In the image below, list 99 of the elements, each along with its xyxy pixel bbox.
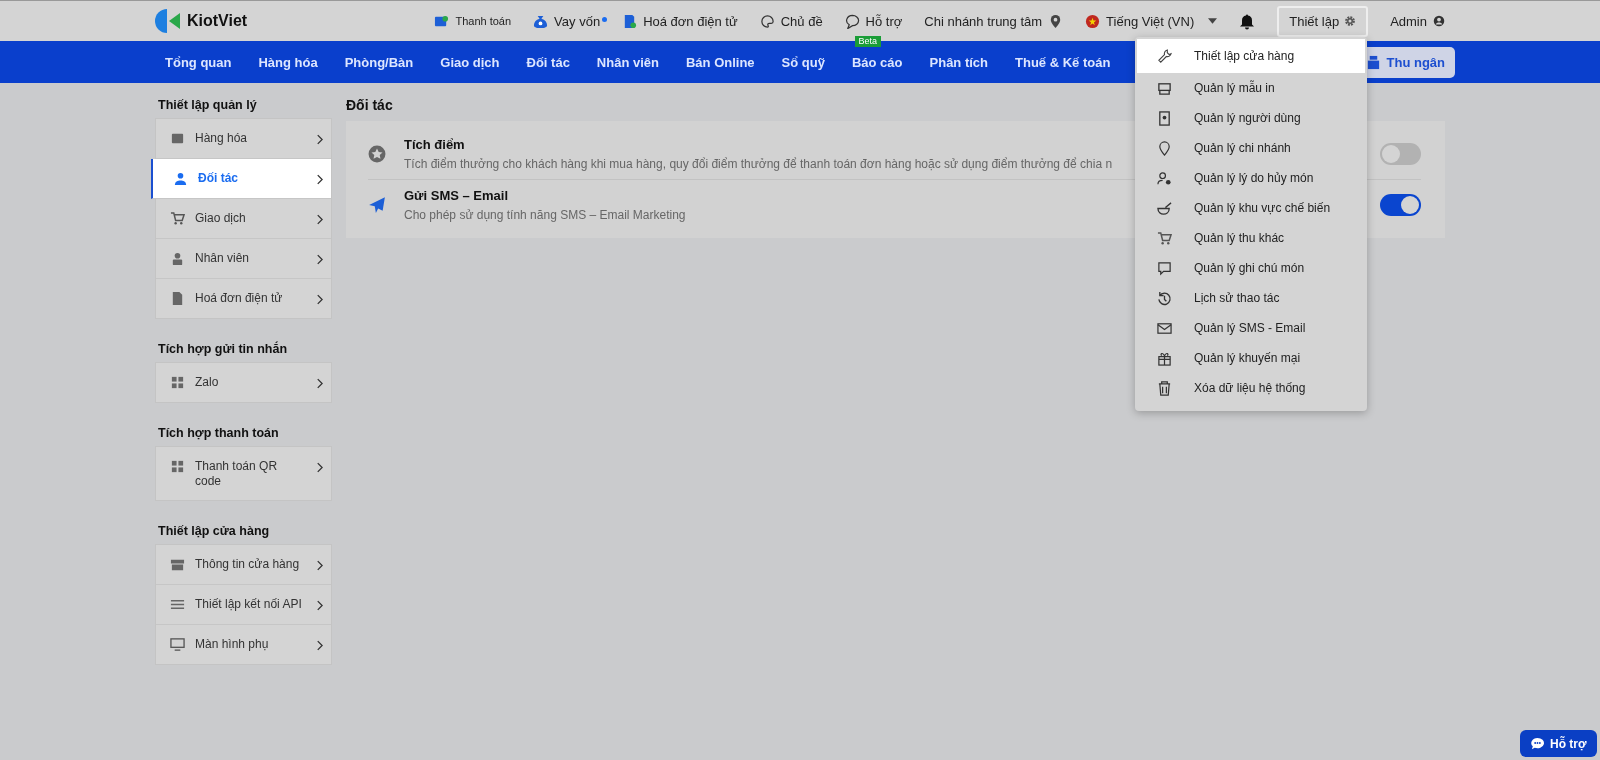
nav-tab[interactable]: Nhân viên	[596, 54, 659, 70]
location-pin-icon	[1157, 140, 1172, 156]
note-icon	[1157, 260, 1172, 276]
wrench-icon	[1157, 48, 1172, 64]
user-icon	[1433, 15, 1445, 27]
sidebar-item[interactable]: Zalo	[156, 363, 331, 402]
mail-icon	[1157, 320, 1172, 336]
setting-description: Tích điểm thưởng cho khách hàng khi mua hàng, quy đổi điểm thưởng để thanh toán đơn hàng hoặc sử dụng điểm thưởng để chia n	[404, 157, 1113, 171]
menu-item[interactable]: Lịch sử thao tác	[1135, 283, 1367, 313]
chevron-right-icon	[316, 294, 323, 305]
sidebar-item[interactable]: Thông tin cửa hàng	[156, 545, 331, 585]
nav-tab[interactable]: Báo cáo	[851, 54, 903, 70]
box-icon	[170, 131, 185, 146]
chevron-right-icon	[316, 378, 323, 389]
cashier-icon	[1365, 54, 1381, 70]
cart-icon	[1157, 230, 1172, 246]
nav-tab[interactable]: Thuế & Kế toán	[1015, 54, 1111, 70]
settings-button[interactable]: Thiết lập	[1277, 5, 1369, 37]
settings-icon	[1344, 15, 1357, 27]
history-icon	[1157, 290, 1172, 306]
nav-tab[interactable]: Phòng/Bàn	[344, 54, 414, 70]
invoice-icon	[622, 13, 638, 29]
menu-item[interactable]: Quản lý khu vực chế biến	[1135, 193, 1367, 223]
chat-icon	[844, 13, 860, 29]
flag-icon	[1085, 13, 1101, 29]
user-menu[interactable]: Admin	[1390, 13, 1445, 29]
trash-icon	[1157, 380, 1172, 396]
language-selector[interactable]: Tiếng Việt (VN)	[1085, 13, 1218, 29]
chevron-right-icon	[316, 254, 323, 265]
payment-icon	[434, 13, 450, 29]
top-link[interactable]: Hoá đơn điện tử	[622, 13, 738, 29]
user-icon	[173, 171, 188, 186]
top-link[interactable]: Hỗ trợ	[844, 13, 903, 29]
gift-icon	[1157, 350, 1172, 366]
top-link[interactable]: Vay vốn	[533, 13, 601, 29]
nav-tab[interactable]: Tổng quan	[165, 54, 232, 70]
page-title: Đối tác	[346, 96, 394, 113]
chevron-right-icon	[316, 560, 323, 571]
chevron-right-icon	[316, 600, 323, 611]
cart-icon	[170, 211, 185, 226]
qr-code-icon	[170, 375, 185, 390]
help-button[interactable]: Hỗ trợ	[1520, 730, 1597, 757]
chevron-right-icon	[316, 134, 323, 145]
nav-tab[interactable]: Đối tác	[526, 54, 570, 70]
palette-icon	[759, 13, 775, 29]
nav-tab[interactable]: Giao dịch	[440, 54, 500, 70]
setting-title: Tích điểm	[404, 137, 465, 152]
money-bag-icon	[533, 13, 549, 29]
logo-text[interactable]: KiotViet	[187, 12, 248, 30]
chat-icon	[1530, 736, 1545, 751]
chevron-right-icon	[316, 640, 323, 651]
menu-item[interactable]: Quản lý ghi chú món	[1135, 253, 1367, 283]
beta-badge: Beta	[854, 35, 882, 47]
toggle-switch[interactable]	[1380, 194, 1421, 216]
sidebar-item[interactable]: Đối tác	[151, 159, 331, 199]
setting-title: Gửi SMS – Email	[404, 188, 509, 203]
logo-icon[interactable]	[155, 8, 181, 34]
chevron-right-icon	[316, 174, 323, 185]
notification-bell-icon[interactable]	[1239, 12, 1256, 30]
top-link[interactable]: Chủ đề	[759, 13, 823, 29]
sidebar-item[interactable]: Nhân viên	[156, 239, 331, 279]
sidebar-heading: Tích hợp thanh toán	[157, 425, 280, 442]
qr-code-icon	[170, 459, 185, 474]
menu-item[interactable]: Quản lý người dùng	[1135, 103, 1367, 133]
setting-description: Cho phép sử dụng tính năng SMS – Email Marketing	[404, 208, 686, 222]
user-gear-icon	[1157, 170, 1172, 186]
nav-tab[interactable]: Bán Online	[686, 54, 755, 70]
sidebar-item[interactable]: Thiết lập kết nối API	[156, 585, 331, 625]
nav-tab[interactable]: Hàng hóa	[258, 54, 318, 70]
nav-tab[interactable]: Phân tích	[929, 54, 989, 70]
paper-plane-icon	[368, 196, 386, 214]
toggle-switch[interactable]	[1380, 143, 1421, 165]
document-icon	[170, 291, 185, 306]
monitor-icon	[170, 637, 185, 652]
sidebar-item[interactable]: Màn hình phụ	[156, 625, 331, 664]
mortar-icon	[1157, 200, 1172, 216]
chevron-right-icon	[316, 462, 323, 473]
sidebar-heading: Tích hợp gửi tin nhắn	[157, 340, 289, 358]
printer-icon	[1157, 80, 1172, 96]
sidebar-heading: Thiết lập quản lý	[157, 97, 258, 114]
id-card-icon	[1157, 110, 1172, 126]
chevron-right-icon	[316, 214, 323, 225]
sidebar-item[interactable]: Hoá đơn điện tử	[156, 279, 331, 318]
sidebar-item[interactable]: Giao dịch	[156, 199, 331, 239]
menu-item[interactable]: Quản lý lý do hủy món	[1135, 163, 1367, 193]
branch-selector[interactable]: Chi nhánh trung tâm	[924, 13, 1064, 29]
sidebar-item[interactable]: Hàng hóa	[156, 119, 331, 159]
caret-icon	[1208, 18, 1218, 24]
top-link[interactable]: Thanh toán	[434, 13, 512, 29]
menu-item[interactable]: Thiết lập cửa hàng	[1137, 39, 1365, 73]
staff-icon	[170, 251, 185, 266]
sidebar-heading: Thiết lập cửa hàng	[157, 523, 271, 540]
nav-tab[interactable]: Sổ quỹ	[781, 54, 825, 70]
menu-item[interactable]: Quản lý khuyến mại	[1135, 343, 1367, 373]
menu-item[interactable]: Quản lý SMS - Email	[1135, 313, 1367, 343]
menu-item[interactable]: Quản lý thu khác	[1135, 223, 1367, 253]
sidebar-item[interactable]: Thanh toán QR code	[156, 447, 331, 500]
menu-item[interactable]: Xóa dữ liệu hệ thống	[1135, 373, 1367, 403]
menu-item[interactable]: Quản lý chi nhánh	[1135, 133, 1367, 163]
